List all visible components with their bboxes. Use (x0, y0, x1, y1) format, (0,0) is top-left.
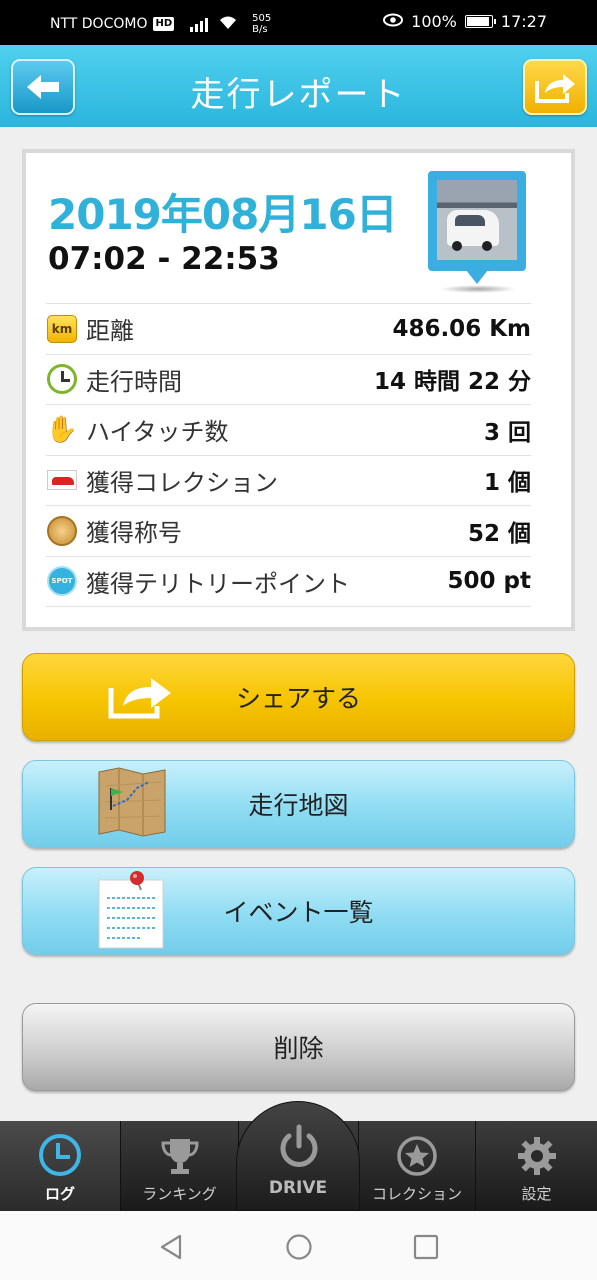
gear-icon (517, 1137, 556, 1175)
battery-icon (464, 15, 496, 28)
event-list-button[interactable]: イベント一覧 (22, 867, 575, 955)
carrier-name: NTT DOCOMO (50, 16, 148, 32)
status-right: 100% 17:27 (383, 12, 547, 31)
stat-value: 500 pt (447, 568, 531, 595)
stat-row-drive-time: 走行時間 14 時間 22 分 (46, 355, 531, 405)
battery-percent: 100% (411, 12, 457, 31)
hi-touch-hand-icon: ✋ (45, 414, 79, 445)
stat-label: 距離 (86, 317, 134, 346)
header-share-button[interactable] (523, 59, 587, 115)
stat-row-distance: km 距離 486.06 Km (46, 304, 531, 355)
stat-row-hi-touch: ✋ ハイタッチ数 3 回 (46, 405, 531, 456)
app-header: 走行レポート (0, 45, 597, 127)
system-nav-bar (0, 1211, 597, 1280)
tab-collection[interactable]: コレクション (358, 1121, 476, 1211)
stat-row-titles: 獲得称号 52 個 (46, 506, 531, 557)
signal-icon (190, 16, 209, 32)
report-card: 2019年08月16日 07:02 - 22:53 km 距離 486.06 K… (22, 149, 575, 631)
net-speed-unit: B/s (252, 24, 268, 35)
km-icon: km (47, 314, 77, 343)
stat-label: 獲得テリトリーポイント (86, 569, 350, 598)
tab-settings[interactable]: 設定 (476, 1121, 597, 1211)
car-icon (47, 470, 77, 491)
clock-time: 17:27 (500, 12, 547, 31)
share-icon (535, 74, 575, 103)
event-list-label: イベント一覧 (223, 898, 374, 927)
stat-label: ハイタッチ数 (86, 418, 229, 447)
delete-label: 削除 (273, 1034, 324, 1063)
stat-value: 52 個 (467, 520, 531, 547)
power-icon (280, 1124, 318, 1167)
home-circle-icon[interactable] (285, 1233, 313, 1261)
tab-label: ログ (44, 1185, 75, 1203)
spot-icon: SPOT (47, 566, 77, 597)
tab-label: 設定 (521, 1185, 552, 1203)
page-title: 走行レポート (190, 75, 407, 115)
stat-label: 獲得称号 (86, 519, 182, 548)
report-date: 2019年08月16日 (48, 190, 398, 239)
trophy-icon (160, 1139, 199, 1174)
clock-icon (39, 1134, 81, 1176)
medal-icon (47, 515, 77, 546)
back-triangle-icon[interactable] (158, 1233, 184, 1261)
share-button[interactable]: シェアする (22, 653, 575, 741)
drive-map-label: 走行地図 (248, 791, 349, 820)
hd-badge: HD (153, 17, 175, 31)
map-icon (98, 767, 166, 837)
stat-row-collection: 獲得コレクション 1 個 (46, 456, 531, 506)
tab-ranking[interactable]: ランキング (121, 1121, 239, 1211)
net-speed-value: 505 (252, 13, 272, 24)
stat-value: 14 時間 22 分 (373, 369, 531, 396)
tab-label: ランキング (142, 1185, 217, 1203)
stat-label: 走行時間 (86, 367, 182, 396)
drive-label: DRIVE (268, 1178, 328, 1198)
drive-button[interactable]: DRIVE (236, 1101, 360, 1211)
car-photo-image (437, 180, 517, 260)
eye-icon (383, 12, 404, 31)
wifi-icon (218, 14, 238, 34)
stat-row-territory: SPOT 獲得テリトリーポイント 500 pt (46, 557, 531, 607)
status-bar: NTT DOCOMO HD 505 B/s 100% 17:27 (0, 0, 597, 45)
delete-button[interactable]: 削除 (22, 1003, 575, 1091)
share-arrow-icon (108, 678, 171, 719)
tab-log[interactable]: ログ (0, 1121, 121, 1211)
clock-icon (47, 364, 77, 395)
status-left: NTT DOCOMO HD 505 B/s (50, 13, 271, 35)
tab-label: コレクション (371, 1185, 462, 1203)
report-time-range: 07:02 - 22:53 (48, 241, 280, 277)
stat-value: 3 回 (483, 419, 531, 446)
net-speed: 505 B/s (252, 13, 271, 35)
vehicle-photo[interactable] (428, 171, 526, 293)
stat-label: 獲得コレクション (86, 468, 278, 497)
star-icon (397, 1136, 437, 1176)
recents-square-icon[interactable] (413, 1233, 439, 1261)
report-stats: km 距離 486.06 Km 走行時間 14 時間 22 分 ✋ ハイタッチ数… (46, 303, 531, 607)
drive-map-button[interactable]: 走行地図 (22, 760, 575, 848)
event-list-icon (98, 871, 164, 949)
stat-value: 486.06 Km (392, 315, 531, 342)
share-label: シェアする (235, 684, 361, 713)
stat-value: 1 個 (483, 470, 531, 497)
